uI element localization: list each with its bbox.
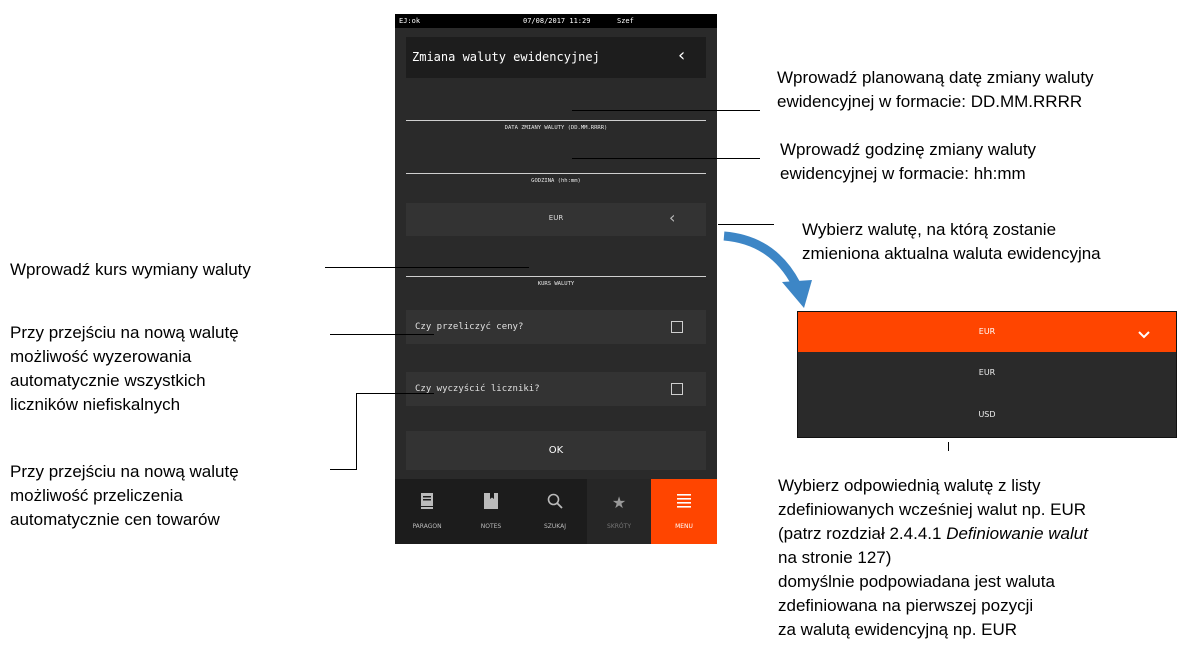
nav-menu-label: MENU <box>675 523 693 530</box>
star-icon: ★ <box>611 493 627 512</box>
currency-option-label: EUR <box>978 368 996 377</box>
annotation-clear-line: liczników niefiskalnych <box>10 395 181 414</box>
annotation-list-line: zdefiniowanych wcześniej walut np. EUR <box>778 500 1087 519</box>
currency-dropdown: EUR EUR USD <box>797 311 1177 438</box>
date-input[interactable] <box>406 94 706 120</box>
connector-time <box>572 158 760 159</box>
annotation-currency-line: Wybierz walutę, na którą zostanie <box>802 220 1057 239</box>
annotation-list-line: Wybierz odpowiednią walutę z listy <box>778 476 1041 495</box>
dropdown-pointer-line <box>948 442 949 451</box>
annotation-clear-line: automatycznie wszystkich <box>10 371 206 390</box>
annotation-currency-line: zmieniona aktualna waluta ewidencyjna <box>802 244 1101 263</box>
time-input-label: GODZINA (hh:mm) <box>531 178 581 184</box>
currency-option[interactable]: EUR <box>798 353 1176 393</box>
connector-recalc <box>330 334 434 335</box>
notes-icon <box>459 493 523 513</box>
chevron-down-icon <box>1138 325 1150 344</box>
nav-search-label: SZUKAJ <box>543 523 566 530</box>
connector-currency <box>718 224 774 225</box>
annotation-date-line: ewidencyjnej w formacie: DD.MM.RRRR <box>777 92 1083 111</box>
nav-shortcuts-label: SKRÓTY <box>607 523 631 530</box>
status-bar: EJ:ok 07/08/2017 11:29 Szef <box>395 14 717 28</box>
rate-input[interactable] <box>406 250 706 276</box>
currency-option-label: USD <box>978 410 996 419</box>
connector-clear-top <box>356 393 434 394</box>
device-screen: EJ:ok 07/08/2017 11:29 Szef Zmiana walut… <box>395 14 717 544</box>
bottom-nav: PARAGON NOTES SZUKAJ ★ SKRÓTY MENU <box>395 479 717 544</box>
annotation-currency: Wybierz walutę, na którą zostanie zmieni… <box>802 218 1101 266</box>
annotation-recalc-line: możliwość przeliczenia <box>10 486 183 505</box>
connector-date <box>572 110 760 111</box>
ok-button[interactable]: OK <box>406 431 706 470</box>
recalc-prices-label: Czy przeliczyć ceny? <box>415 322 524 332</box>
status-datetime: 07/08/2017 11:29 <box>523 17 591 25</box>
annotation-date-line: Wprowadź planowaną datę zmiany waluty <box>777 68 1094 87</box>
recalc-prices-row[interactable]: Czy przeliczyć ceny? <box>406 310 706 344</box>
annotation-list-line: (patrz rozdział 2.4.4.1 Definiowanie wal… <box>778 522 1088 546</box>
annotation-time-line: ewidencyjnej w formacie: hh:mm <box>780 164 1026 183</box>
currency-select[interactable]: EUR ‹ <box>406 203 706 236</box>
annotation-recalc-line: Przy przejściu na nową walutę <box>10 462 239 481</box>
currency-select-value: EUR <box>548 214 564 222</box>
annotation-clear-line: możliwość wyzerowania <box>10 347 192 366</box>
connector-clear-vertical <box>356 393 357 470</box>
connector-clear-bottom <box>330 469 357 470</box>
annotation-recalc-line: automatycznie cen towarów <box>10 510 220 529</box>
nav-search[interactable]: SZUKAJ <box>523 479 587 544</box>
screen-title: Zmiana waluty ewidencyjnej <box>412 50 600 64</box>
journal-status: EJ:ok <box>399 17 421 25</box>
nav-shortcuts[interactable]: ★ SKRÓTY <box>587 479 651 544</box>
rate-input-label: KURS WALUTY <box>537 281 575 287</box>
receipt-icon <box>395 493 459 513</box>
chevron-left-icon: ‹ <box>669 208 676 227</box>
annotation-recalc: Przy przejściu na nową walutę możliwość … <box>10 460 239 532</box>
rate-input-underline <box>406 276 706 277</box>
connector-rate <box>325 267 529 268</box>
recalc-prices-checkbox[interactable] <box>671 321 683 333</box>
clear-counters-row[interactable]: Czy wyczyścić liczniki? <box>406 372 706 406</box>
nav-menu[interactable]: MENU <box>651 479 717 544</box>
date-input-label: DATA ZMIANY WALUTY (DD.MM.RRRR) <box>504 125 608 131</box>
nav-notes[interactable]: NOTES <box>459 479 523 544</box>
chevron-left-icon[interactable]: ‹ <box>678 45 685 66</box>
annotation-list-ref-title: Definiowanie walut <box>946 524 1088 543</box>
time-input[interactable] <box>406 147 706 173</box>
annotation-list-line: domyślnie podpowiadana jest waluta <box>778 572 1055 591</box>
search-icon <box>523 493 587 513</box>
nav-paragon[interactable]: PARAGON <box>395 479 459 544</box>
currency-option[interactable]: USD <box>798 395 1176 435</box>
date-input-underline <box>406 120 706 121</box>
annotation-list-line: zdefiniowana na pierwszej pozycji <box>778 596 1034 615</box>
annotation-list: Wybierz odpowiednią walutę z listy zdefi… <box>778 474 1088 642</box>
currency-dropdown-selected-label: EUR <box>978 327 996 336</box>
annotation-clear: Przy przejściu na nową walutę możliwość … <box>10 321 239 417</box>
nav-paragon-label: PARAGON <box>412 523 442 530</box>
annotation-list-line: za walutą ewidencyjną np. EUR <box>778 620 1018 639</box>
annotation-time-line: Wprowadź godzinę zmiany waluty <box>780 140 1037 159</box>
annotation-rate: Wprowadź kurs wymiany waluty <box>10 260 251 279</box>
status-user: Szef <box>617 17 634 25</box>
annotation-date: Wprowadź planowaną datę zmiany waluty ew… <box>777 66 1094 114</box>
annotation-list-line: na stronie 127) <box>778 548 892 567</box>
annotation-clear-line: Przy przejściu na nową walutę <box>10 323 239 342</box>
currency-dropdown-selected[interactable]: EUR <box>798 312 1176 352</box>
annotation-time: Wprowadź godzinę zmiany waluty ewidencyj… <box>780 138 1036 186</box>
annotation-list-ref: (patrz rozdział 2.4.4.1 <box>778 524 947 543</box>
menu-icon <box>651 493 717 513</box>
clear-counters-checkbox[interactable] <box>671 383 683 395</box>
nav-notes-label: NOTES <box>480 523 502 530</box>
time-input-underline <box>406 173 706 174</box>
screen-header: Zmiana waluty ewidencyjnej ‹ <box>406 37 706 78</box>
